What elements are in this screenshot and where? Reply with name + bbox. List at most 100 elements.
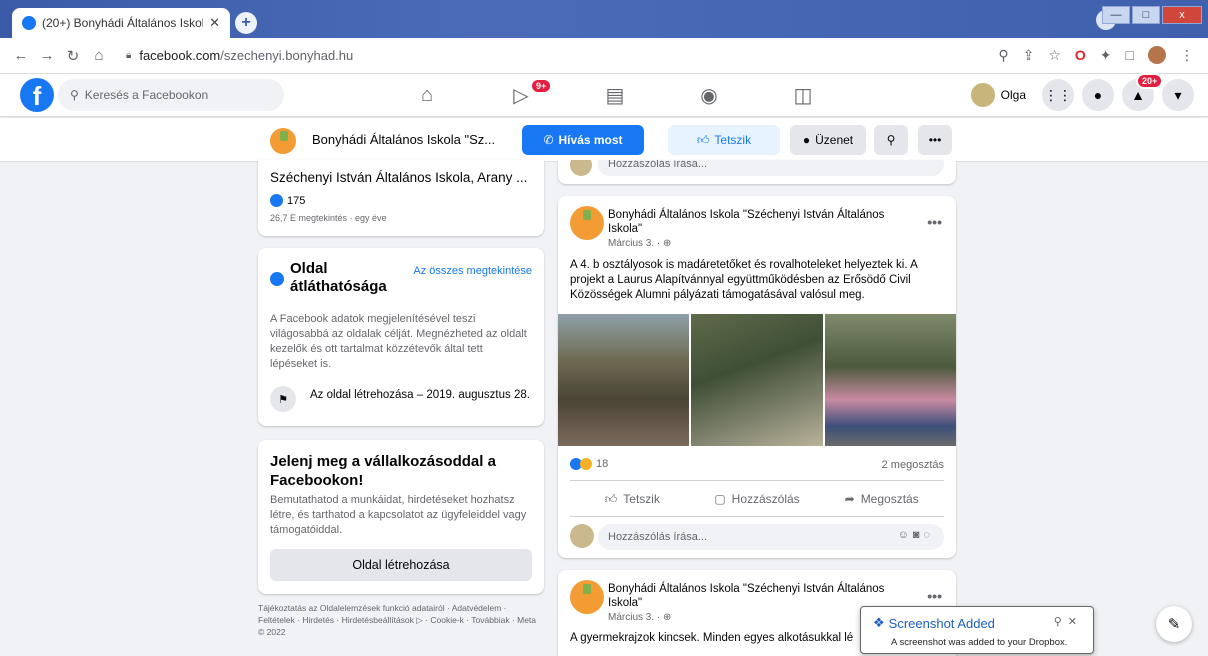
- search-placeholder: Keresés a Facebookon: [84, 88, 209, 102]
- post-actions: 👍︎ Tetszik ▢ Hozzászólás ➦ Megosztás: [570, 484, 944, 514]
- watch-nav-icon[interactable]: ▷ 9+: [474, 74, 568, 116]
- create-page-promo-card: Jelenj meg a vállalkozásoddal a Facebook…: [258, 440, 544, 594]
- browser-toolbar-right: ⚲ ⇪ ☆ O ✦ □ ⋮: [998, 46, 1194, 64]
- post-photos: [558, 314, 956, 446]
- comment-input[interactable]: Hozzászólás írása...: [598, 524, 944, 550]
- comment-icon: ▢: [714, 492, 726, 506]
- reload-icon[interactable]: ↻: [60, 47, 86, 65]
- emoji-icon[interactable]: ☺: [898, 529, 913, 541]
- post-shares[interactable]: 2 megosztás: [882, 459, 944, 471]
- zoom-icon[interactable]: ⚲: [998, 47, 1008, 64]
- minimize-button[interactable]: —: [1102, 6, 1130, 24]
- menu-grid-icon[interactable]: ⋮⋮: [1042, 79, 1074, 111]
- home-icon[interactable]: ⌂: [86, 47, 112, 64]
- post-photo[interactable]: [691, 314, 823, 446]
- transparency-description: A Facebook adatok megjelenítésével teszi…: [270, 313, 527, 370]
- post-author[interactable]: Bonyhádi Általános Iskola "Széchenyi Ist…: [608, 208, 908, 236]
- phone-icon: ✆: [543, 133, 554, 147]
- new-message-button[interactable]: ✎: [1156, 606, 1192, 642]
- facebook-logo-icon[interactable]: f: [20, 78, 54, 112]
- post-reactions[interactable]: 18: [570, 458, 608, 470]
- messenger-icon[interactable]: ●: [1082, 79, 1114, 111]
- messenger-icon: ●: [802, 133, 811, 147]
- commenter-avatar: [570, 160, 592, 176]
- promo-description: Bemutathatod a munkáidat, hirdetéseket h…: [270, 494, 527, 536]
- account-dropdown-icon[interactable]: ▾: [1162, 79, 1194, 111]
- page-logo[interactable]: [268, 126, 298, 156]
- notification-controls: ⚲✕: [1054, 615, 1083, 628]
- create-page-button[interactable]: Oldal létrehozása: [270, 549, 532, 581]
- facebook-search-input[interactable]: ⚲ Keresés a Facebookon: [58, 79, 284, 111]
- comment-button[interactable]: ▢ Hozzászólás: [695, 484, 820, 514]
- divider: [570, 516, 944, 517]
- post-photo[interactable]: [824, 314, 956, 446]
- sticker-icon[interactable]: ◌: [923, 529, 934, 541]
- groups-nav-icon[interactable]: ◉: [662, 74, 756, 116]
- close-icon[interactable]: ✕: [1068, 616, 1083, 628]
- post-menu-button[interactable]: •••: [927, 214, 942, 230]
- dropbox-icon: ❖: [873, 615, 885, 630]
- browser-menu-icon[interactable]: ⋮: [1180, 47, 1194, 64]
- post-author-avatar[interactable]: [570, 580, 604, 614]
- call-now-label: Hívás most: [558, 133, 623, 147]
- tab-close-icon[interactable]: ✕: [209, 15, 220, 31]
- new-tab-button[interactable]: +: [235, 12, 257, 34]
- comment-input-icons: ☺◙◌: [898, 529, 934, 541]
- like-button[interactable]: 👍︎ Tetszik: [570, 484, 695, 514]
- share-label: Megosztás: [860, 492, 919, 506]
- like-label: Tetszik: [623, 492, 660, 506]
- maximize-button[interactable]: □: [1132, 6, 1160, 24]
- dropbox-notification[interactable]: ❖ Screenshot Added ⚲✕ A screenshot was a…: [860, 606, 1094, 654]
- divider: [570, 480, 944, 481]
- opera-extension-icon[interactable]: O: [1075, 47, 1086, 63]
- like-page-label: Tetszik: [714, 133, 752, 147]
- pin-icon[interactable]: ⚲: [1054, 616, 1068, 628]
- notification-message: A screenshot was added to your Dropbox.: [891, 637, 1068, 648]
- message-button[interactable]: ● Üzenet: [790, 125, 866, 155]
- post-date[interactable]: Március 3. · ⊕: [608, 612, 671, 623]
- extensions-puzzle-icon[interactable]: ✦: [1100, 47, 1112, 64]
- facebook-icon: [270, 272, 284, 286]
- transparency-heading: Oldal átláthatósága: [290, 260, 387, 295]
- post-photo[interactable]: [558, 314, 690, 446]
- call-now-button[interactable]: ✆ Hívás most: [522, 125, 644, 155]
- sidebar-icon[interactable]: □: [1126, 47, 1134, 63]
- comment-input[interactable]: Hozzászólás írása...: [598, 160, 944, 176]
- url-field[interactable]: 🔒︎ facebook.com/szechenyi.bonyhad.hu: [126, 48, 353, 63]
- footer-links[interactable]: Tájékoztatás az Oldalelemzések funkció a…: [258, 602, 544, 638]
- page-full-name[interactable]: Széchenyi István Általános Iskola, Arany…: [270, 170, 527, 185]
- browser-tab[interactable]: (20+) Bonyhádi Általános Iskola ✕: [12, 8, 230, 38]
- home-nav-icon[interactable]: ⌂: [380, 74, 474, 116]
- camera-icon[interactable]: ◙: [913, 529, 924, 541]
- url-path: /szechenyi.bonyhad.hu: [220, 48, 354, 63]
- see-all-link[interactable]: Az összes megtekintése: [413, 265, 532, 277]
- user-avatar: [970, 83, 995, 107]
- back-icon[interactable]: ←: [8, 47, 34, 64]
- search-icon: ⚲: [886, 133, 896, 147]
- bookmark-star-icon[interactable]: ☆: [1048, 47, 1061, 64]
- post-text: A 4. b osztályosok is madáretetőket és r…: [570, 259, 918, 301]
- post-date[interactable]: Március 3. · ⊕: [608, 238, 671, 249]
- compose-icon: ✎: [1167, 616, 1181, 633]
- like-page-button[interactable]: 👍︎ Tetszik: [668, 125, 780, 155]
- notification-title: ❖ Screenshot Added: [873, 615, 995, 631]
- gaming-nav-icon[interactable]: ◫: [756, 74, 850, 116]
- marketplace-nav-icon[interactable]: ▤: [568, 74, 662, 116]
- user-name: Olga: [1000, 88, 1026, 102]
- share-icon[interactable]: ⇪: [1023, 47, 1035, 64]
- close-window-button[interactable]: x: [1162, 6, 1202, 24]
- post-author-avatar[interactable]: [570, 206, 604, 240]
- notifications-bell-icon[interactable]: ▲ 20+: [1122, 73, 1164, 111]
- browser-profile-avatar[interactable]: [1148, 46, 1166, 64]
- share-button[interactable]: ➦ Megosztás: [819, 484, 944, 514]
- account-controls: Olga ⋮⋮ ● ▲ 20+ ▾: [968, 73, 1194, 111]
- page-created-date: Az oldal létrehozása – 2019. augusztus 2…: [310, 389, 530, 401]
- post-menu-button[interactable]: •••: [927, 588, 942, 604]
- profile-shortcut[interactable]: Olga: [968, 80, 1034, 110]
- forward-icon[interactable]: →: [34, 47, 60, 64]
- page-search-button[interactable]: ⚲: [874, 125, 908, 155]
- watch-badge: 9+: [530, 78, 553, 94]
- more-options-button[interactable]: •••: [918, 125, 952, 155]
- page-transparency-card: Oldal átláthatósága Az összes megtekinté…: [258, 248, 544, 426]
- page-name[interactable]: Bonyhádi Általános Iskola "Sz...: [312, 132, 495, 147]
